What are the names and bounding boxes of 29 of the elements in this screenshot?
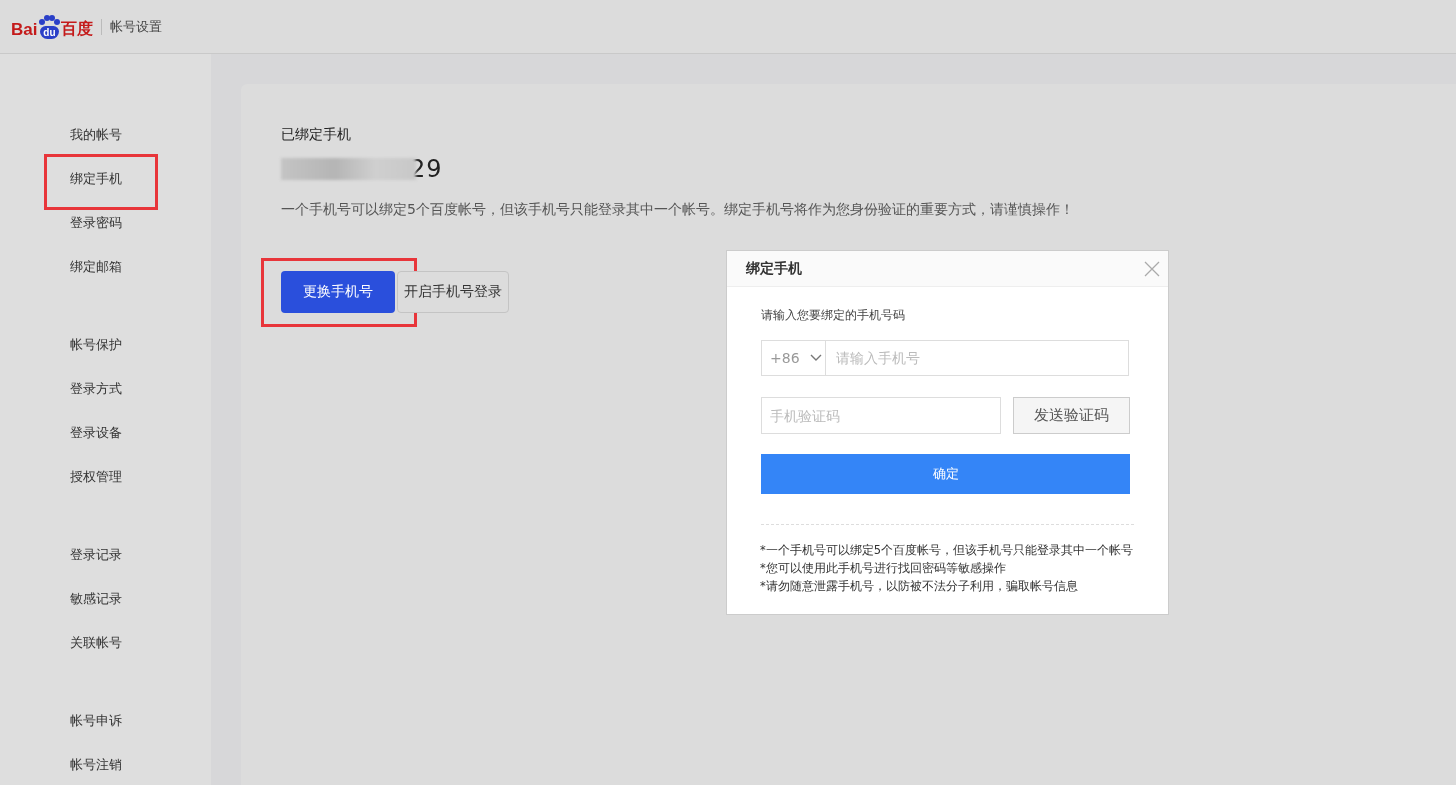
sidebar-item[interactable]: 帐号注销 [0, 743, 211, 785]
section-heading: 已绑定手机 [281, 126, 351, 144]
sidebar-item[interactable]: 登录记录 [0, 533, 211, 577]
send-code-button[interactable]: 发送验证码 [1013, 397, 1130, 434]
sidebar-item[interactable]: 授权管理 [0, 455, 211, 499]
sidebar-item[interactable]: 关联帐号 [0, 621, 211, 665]
sidebar-item[interactable]: 绑定邮箱 [0, 245, 211, 289]
phone-login-button[interactable]: 开启手机号登录 [397, 271, 509, 313]
chevron-icon [809, 354, 822, 362]
confirm-button[interactable]: 确定 [761, 454, 1130, 494]
prompt-text: 请输入您要绑定的手机号码 [761, 307, 906, 324]
sidebar-item[interactable]: 登录方式 [0, 367, 211, 411]
tip-text: *请勿随意泄露手机号，以防被不法分子利用，骗取帐号信息 [760, 578, 1079, 595]
dialog-title: 绑定手机 [746, 259, 802, 278]
page-title: 帐号设置 [110, 17, 163, 36]
sidebar-item[interactable]: 登录设备 [0, 411, 211, 455]
notice-text: 一个手机号可以绑定5个百度帐号，但该手机号只能登录其中一个帐号。绑定手机号将作为您身份验证的重要方式，请谨慎操作！ [281, 201, 1075, 219]
sidebar-item[interactable]: 我的帐号 [0, 113, 211, 157]
phone-number: 29 [410, 155, 443, 183]
sidebar-item[interactable]: 帐号保护 [0, 323, 211, 367]
sidebar-item[interactable]: 帐号申诉 [0, 699, 211, 743]
tip-text: *您可以使用此手机号进行找回密码等敏感操作 [760, 560, 1007, 577]
change-phone-button[interactable]: 更换手机号 [281, 271, 395, 313]
code-field[interactable]: 手机验证码 [761, 397, 1001, 434]
baidu-logo: Bai du 百度 [11, 13, 94, 40]
sidebar-item[interactable]: 绑定手机 [0, 157, 211, 201]
sidebar-item[interactable]: 敏感记录 [0, 577, 211, 621]
close-icon[interactable] [1144, 260, 1160, 277]
sidebar-item[interactable]: 登录密码 [0, 201, 211, 245]
